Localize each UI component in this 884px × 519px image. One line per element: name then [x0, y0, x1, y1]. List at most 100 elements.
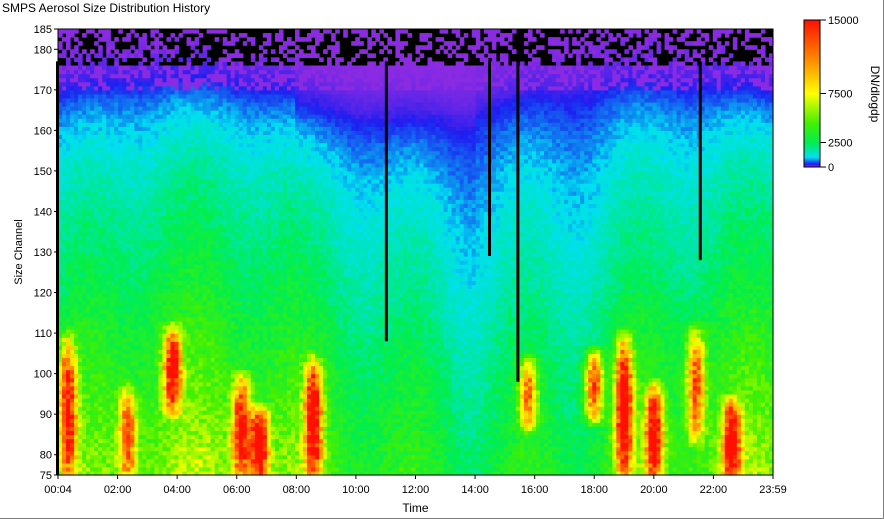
heatmap-cell	[98, 280, 103, 285]
heatmap-cell	[82, 366, 87, 371]
heatmap-cell	[62, 155, 67, 160]
heatmap-cell	[90, 325, 95, 330]
heatmap-cell	[78, 102, 83, 107]
heatmap-cell	[106, 305, 111, 310]
heatmap-cell	[90, 410, 95, 415]
heatmap-cell	[94, 65, 99, 70]
heatmap-cell	[62, 313, 67, 318]
heatmap-cell	[102, 414, 107, 419]
heatmap-cell	[66, 126, 71, 131]
heatmap-cell	[74, 224, 79, 229]
heatmap-cell	[90, 459, 95, 464]
heatmap-cell	[82, 90, 87, 95]
heatmap-cell	[82, 459, 87, 464]
heatmap-cell	[82, 228, 87, 233]
heatmap-cell	[70, 29, 75, 34]
heatmap-cell	[70, 179, 75, 184]
heatmap-cell	[102, 459, 107, 464]
heatmap-cell	[70, 224, 75, 229]
heatmap-cell	[94, 357, 99, 362]
heatmap-cell	[94, 459, 99, 464]
heatmap-cell	[78, 309, 83, 314]
heatmap-cell	[86, 317, 91, 322]
heatmap-cell	[86, 333, 91, 338]
heatmap-cell	[82, 232, 87, 237]
heatmap-cell	[78, 207, 83, 212]
heatmap-cell	[86, 256, 91, 261]
heatmap-cell	[62, 163, 67, 168]
heatmap-cell	[82, 357, 87, 362]
heatmap-cell	[82, 443, 87, 448]
heatmap-cell	[90, 90, 95, 95]
heatmap-cell	[74, 422, 79, 427]
heatmap-cell	[70, 167, 75, 172]
heatmap-cell	[66, 467, 71, 472]
heatmap-cell	[74, 57, 79, 62]
heatmap-cell	[78, 155, 83, 160]
heatmap-cell	[70, 301, 75, 306]
heatmap-cell	[90, 443, 95, 448]
heatmap-cell	[62, 240, 67, 245]
heatmap-cell	[82, 191, 87, 196]
heatmap-cell	[98, 53, 103, 58]
heatmap-cell	[94, 224, 99, 229]
heatmap-cell	[82, 240, 87, 245]
heatmap-cell	[106, 459, 111, 464]
heatmap-cell	[66, 37, 71, 42]
heatmap-cell	[102, 179, 107, 184]
heatmap-cell	[78, 293, 83, 298]
heatmap-cell	[86, 325, 91, 330]
heatmap-cell	[74, 220, 79, 225]
heatmap-cell	[74, 256, 79, 261]
heatmap-cell	[90, 329, 95, 334]
heatmap-cell	[90, 179, 95, 184]
heatmap-cell	[62, 301, 67, 306]
heatmap-cell	[78, 216, 83, 221]
heatmap-cell	[106, 228, 111, 233]
heatmap-cell	[90, 345, 95, 350]
heatmap-cell	[62, 187, 67, 192]
heatmap-cell	[94, 398, 99, 403]
heatmap-cell	[102, 29, 107, 34]
heatmap-cell	[62, 422, 67, 427]
heatmap-cell	[62, 195, 67, 200]
heatmap-cell	[90, 224, 95, 229]
heatmap-cell	[94, 309, 99, 314]
heatmap-cell	[94, 220, 99, 225]
heatmap-cell	[82, 467, 87, 472]
heatmap-cell	[94, 406, 99, 411]
heatmap-cell	[82, 122, 87, 127]
heatmap-cell	[86, 143, 91, 148]
heatmap-cell	[102, 106, 107, 111]
heatmap-cell	[66, 309, 71, 314]
heatmap-cell	[90, 98, 95, 103]
heatmap-cell	[98, 224, 103, 229]
heatmap-cell	[78, 143, 83, 148]
heatmap-cell	[102, 110, 107, 115]
heatmap-cell	[62, 268, 67, 273]
heatmap-cell	[94, 443, 99, 448]
heatmap-cell	[90, 439, 95, 444]
heatmap-cell	[74, 134, 79, 139]
heatmap-cell	[90, 284, 95, 289]
heatmap-cell	[94, 260, 99, 265]
heatmap-cell	[94, 467, 99, 472]
heatmap-cell	[66, 203, 71, 208]
heatmap-cell	[86, 134, 91, 139]
heatmap-cell	[62, 256, 67, 261]
heatmap-cell	[90, 390, 95, 395]
heatmap-cell	[82, 118, 87, 123]
heatmap-cell	[90, 353, 95, 358]
heatmap-cell	[102, 341, 107, 346]
heatmap-cell	[102, 305, 107, 310]
heatmap-cell	[74, 305, 79, 310]
heatmap-cell	[78, 272, 83, 277]
heatmap-cell	[90, 130, 95, 135]
heatmap-cell	[90, 378, 95, 383]
heatmap-cell	[102, 203, 107, 208]
heatmap-cell	[82, 78, 87, 83]
heatmap-cell	[74, 211, 79, 216]
heatmap-cell	[62, 207, 67, 212]
heatmap-cell	[70, 426, 75, 431]
heatmap-cell	[62, 138, 67, 143]
